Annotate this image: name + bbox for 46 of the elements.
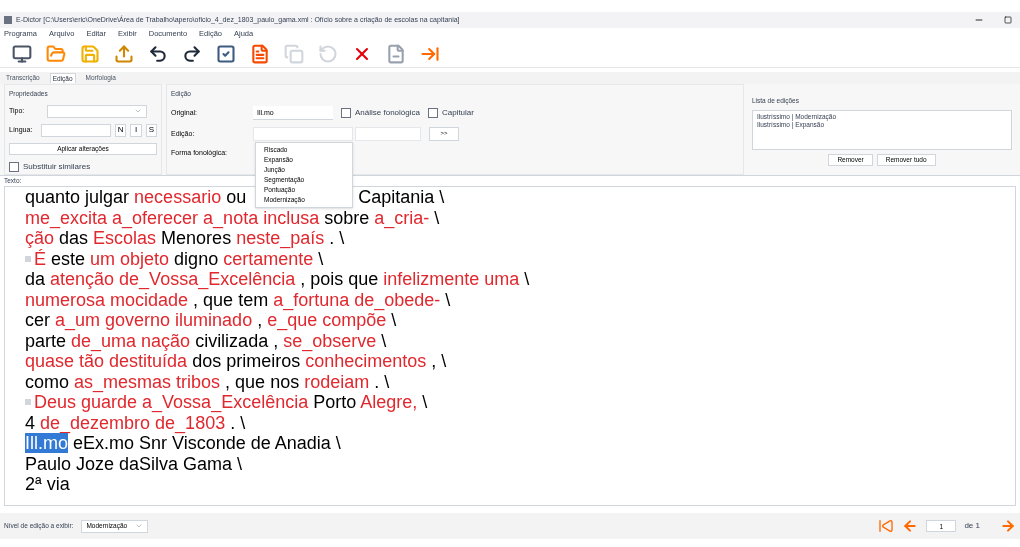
text-line: parte de_uma nação civilizada , se_observe \ [25,330,387,351]
page-total: de 1 [964,520,980,532]
folder-icon[interactable] [46,43,66,64]
next-page-icon[interactable] [1000,518,1016,534]
document-icon[interactable] [250,43,270,64]
text-line: É este um objeto digno certamente \ [34,248,324,269]
edition-field[interactable] [253,126,353,141]
text-line: ção das Escolas Menores neste_país . \ [25,228,345,249]
text-line: quase tão destituída dos primeiros conhecimentos , \ [25,351,447,372]
upload-icon[interactable] [114,43,134,64]
text-line: Capitania \ [358,187,445,208]
file-icon[interactable] [386,43,406,64]
app-icon [4,16,12,24]
text-line: me_excita a_oferecer a_nota inclusa sobre a_cria- \ [25,207,440,228]
copy-icon[interactable] [284,43,304,64]
checkbox[interactable] [9,161,19,172]
edition-field[interactable] [355,126,421,141]
text-line: como as_mesmas tribos , que nos rodeiam . \ [25,371,390,392]
text-line: Paulo Joze daSilva Gama \ [25,453,243,474]
first-page-icon[interactable] [878,518,895,534]
checkbox[interactable] [341,107,351,118]
language-field[interactable] [41,123,111,137]
text-line: cer a_um governo iluminado , e_que compõe \ [25,310,397,331]
save-icon[interactable] [80,43,100,64]
monitor-icon[interactable] [12,43,32,64]
text-line: quanto julgar necessario ou [25,187,247,208]
checkbox-label: Análise fonológica [355,106,420,119]
style-button[interactable]: N [115,123,127,137]
checked-box-icon[interactable] [216,43,236,64]
text-line: Deus guarde a_Vossa_Excelência Porto Alegre, \ [34,392,428,413]
chevron-down-icon [135,522,144,530]
redo-icon[interactable] [182,43,202,64]
undo-icon[interactable] [148,43,168,64]
checkbox[interactable] [427,107,438,118]
style-button[interactable]: S [145,123,157,137]
text-line: 4 de_dezembro de_1803 . \ [25,412,246,433]
maximize-icon[interactable] [1004,16,1012,24]
type-dropdown[interactable] [47,104,147,118]
rotate-icon[interactable] [318,43,338,64]
style-button[interactable]: I [130,123,142,137]
text-line: 2ª via [25,474,70,495]
text-line: da atenção de_Vossa_Excelência , pois que infelizmente uma \ [25,269,530,290]
text-line: numerosa mocidade , que tem a_fortuna de_obede- \ [25,289,451,310]
checkbox-label: Substituir similares [23,160,91,173]
text-line: Ill.mo eEx.mo Snr Visconde de Anadia \ [25,433,341,454]
checkbox-label: Capitular [441,106,474,119]
